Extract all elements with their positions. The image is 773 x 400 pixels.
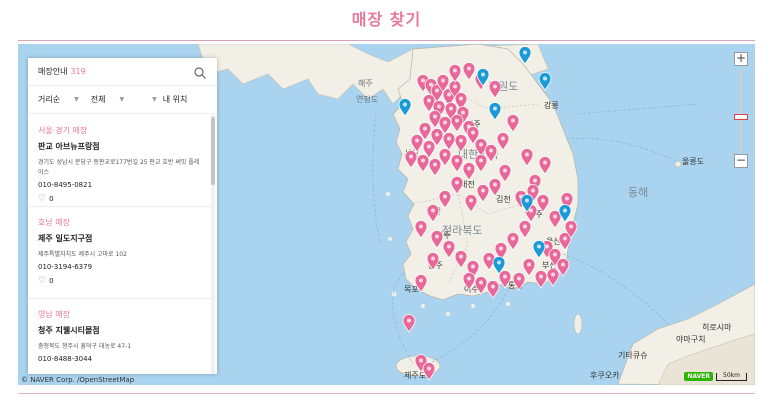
store-phone: 010-3194-6379 (38, 263, 93, 271)
list-item[interactable]: 서울·경기 매장 판교 아브뉴프랑점 경기도 성남시 분당구 동판교로177번길… (28, 115, 211, 207)
store-count: 319 (70, 67, 86, 76)
store-list-panel: 매장안내 319 거리순 ▼ 전체 ▼ ▼ 내 위치 서울·경기 매장 판교 아… (28, 58, 217, 374)
bottom-divider (18, 393, 755, 394)
zoom-slider-handle[interactable] (734, 114, 748, 120)
store-pin[interactable] (520, 148, 534, 167)
store-pin[interactable] (488, 102, 502, 121)
store-name: 제주 일도지구점 (38, 234, 93, 243)
panel-title: 매장안내 (38, 67, 68, 76)
store-pin[interactable] (474, 276, 488, 295)
store-region: 호남 매장 (38, 218, 70, 227)
store-pin[interactable] (398, 98, 412, 117)
store-phone: 010-8495-0821 (38, 181, 93, 189)
chevron-down-icon: ▼ (74, 96, 79, 103)
store-pin[interactable] (518, 46, 532, 65)
store-name: 청주 지웰시티몰점 (38, 326, 100, 335)
like-count: 0 (49, 277, 54, 285)
map-label-kitakyushu: 기타큐슈 (618, 351, 648, 360)
location-select[interactable]: ▼ 내 위치 (152, 94, 187, 105)
store-pin[interactable] (476, 184, 490, 203)
store-pin[interactable] (462, 272, 476, 291)
map-label-yeonpyeong: 연평도 (356, 95, 379, 104)
store-pin[interactable] (520, 194, 534, 213)
map-label-gangneung: 강릉 (544, 101, 559, 110)
list-scrollbar-thumb[interactable] (211, 117, 215, 185)
store-pin[interactable] (488, 80, 502, 99)
store-pin[interactable] (414, 274, 428, 293)
list-item[interactable]: 호남 매장 제주 일도지구점 제주특별자치도 제주시 고마로 102 010-3… (28, 207, 211, 299)
zoom-slider-track (740, 68, 742, 152)
store-pin[interactable] (558, 204, 572, 223)
store-pin[interactable] (512, 272, 526, 291)
store-region: 영남 매장 (38, 310, 70, 319)
store-address: 제주특별자치도 제주시 고마로 102 (38, 251, 127, 258)
store-list: 서울·경기 매장 판교 아브뉴프랑점 경기도 성남시 분당구 동판교로177번길… (28, 115, 211, 374)
map-copyright: © NAVER Corp. /OpenStreetMap (21, 376, 135, 384)
store-name: 판교 아브뉴프랑점 (38, 142, 100, 151)
store-pin[interactable] (488, 178, 502, 197)
store-pin[interactable] (426, 204, 440, 223)
store-pin[interactable] (538, 72, 552, 91)
map-label-fukuoka: 후쿠오카 (590, 371, 620, 380)
store-pin[interactable] (426, 252, 440, 271)
store-region: 서울·경기 매장 (38, 126, 88, 135)
map-label-hiroshima: 히로시마 (702, 323, 732, 332)
map-label-yamaguchi: 야마구치 (676, 335, 706, 344)
like-button[interactable]: ♡ 0 (38, 276, 201, 286)
heart-icon: ♡ (38, 194, 47, 204)
store-pin[interactable] (402, 314, 416, 333)
heart-icon: ♡ (38, 276, 47, 286)
store-pin[interactable] (534, 270, 548, 289)
store-pin[interactable] (538, 156, 552, 175)
naver-logo: NAVER (684, 372, 713, 381)
zoom-slider[interactable] (734, 66, 748, 154)
map-label-haeju: 해주 (358, 79, 373, 88)
store-pin[interactable] (546, 268, 560, 287)
page-title: 매장 찾기 (351, 10, 422, 29)
like-count: 0 (49, 195, 54, 203)
like-button[interactable]: ♡ 0 (38, 194, 201, 204)
store-pin[interactable] (486, 280, 500, 299)
store-pin[interactable] (450, 176, 464, 195)
store-pin[interactable] (414, 220, 428, 239)
sort-select[interactable]: 거리순 ▼ (38, 94, 79, 105)
chevron-down-icon: ▼ (152, 96, 157, 103)
store-phone: 010-8488-3044 (38, 355, 93, 363)
store-pin[interactable] (476, 68, 490, 87)
store-address: 경기도 성남시 분당구 동판교로177번길 25 판교 호반 써밋 플레이스 (38, 159, 200, 176)
chevron-down-icon: ▼ (119, 96, 125, 103)
store-pin[interactable] (496, 132, 510, 151)
store-pin[interactable] (464, 194, 478, 213)
list-scrollbar[interactable] (211, 115, 215, 374)
zoom-control: + − (734, 52, 748, 168)
panel-header: 매장안내 319 (28, 58, 217, 86)
map-label-ulleung: 울릉도 (682, 157, 705, 166)
store-address: 충청북도 청주시 흥덕구 대농로 47-1 (38, 343, 132, 350)
map-scale: 50km (716, 373, 747, 381)
store-pin[interactable] (492, 256, 506, 275)
location-select-value: 내 위치 (162, 95, 188, 104)
zoom-in-button[interactable]: + (734, 52, 748, 66)
store-pin[interactable] (448, 64, 462, 83)
store-pin[interactable] (506, 114, 520, 133)
sort-select-value: 거리순 (38, 95, 61, 104)
search-icon[interactable] (193, 65, 207, 79)
title-divider (18, 40, 755, 41)
region-select[interactable]: 전체 ▼ (91, 94, 124, 105)
store-pin[interactable] (532, 240, 546, 259)
region-select-value: 전체 (90, 95, 106, 104)
zoom-out-button[interactable]: − (734, 154, 748, 168)
map-label-donghae: 동해 (628, 186, 649, 199)
store-pin[interactable] (438, 190, 452, 209)
filter-bar: 거리순 ▼ 전체 ▼ ▼ 내 위치 (28, 86, 217, 114)
store-pin[interactable] (422, 362, 436, 381)
list-item[interactable]: 영남 매장 청주 지웰시티몰점 충청북도 청주시 흥덕구 대농로 47-1 01… (28, 299, 211, 374)
